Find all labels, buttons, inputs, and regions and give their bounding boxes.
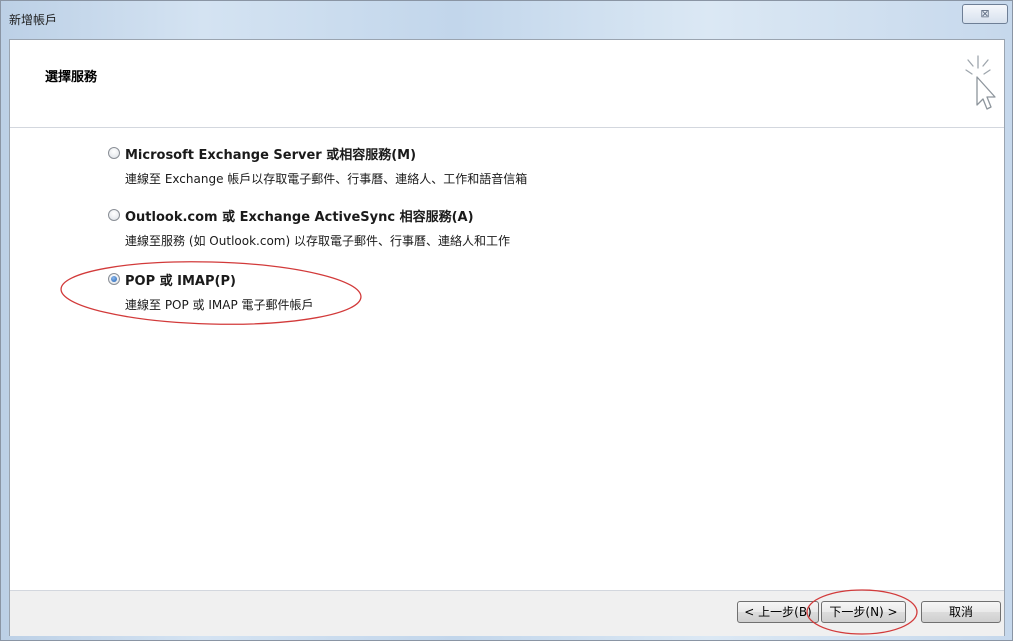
next-button[interactable]: 下一步(N) >	[821, 601, 906, 623]
radio-pop-imap[interactable]	[108, 273, 120, 285]
title-bar: 新增帳戶 ⊠	[1, 1, 1012, 39]
window-title: 新增帳戶	[9, 13, 58, 27]
page-title: 選擇服務	[45, 70, 98, 85]
option-exchange-description: 連線至 Exchange 帳戶以存取電子郵件、行事曆、連絡人、工作和語音信箱	[125, 172, 528, 186]
option-pop-imap-label[interactable]: POP 或 IMAP(P)	[125, 270, 236, 289]
radio-exchange[interactable]	[108, 147, 120, 159]
back-button[interactable]: < 上一步(B)	[737, 601, 819, 623]
cancel-button[interactable]: 取消	[921, 601, 1001, 623]
close-icon: ⊠	[980, 7, 990, 20]
close-button[interactable]: ⊠	[962, 4, 1008, 24]
wizard-cursor-icon	[965, 55, 996, 110]
wizard-body: 選擇服務 Microsoft Exchange Server 或相容服務(M) …	[9, 39, 1005, 636]
option-pop-imap-description: 連線至 POP 或 IMAP 電子郵件帳戶	[125, 298, 314, 312]
wizard-header: 選擇服務	[10, 40, 1004, 128]
dialog-window: 新增帳戶 ⊠ 選擇服務 Microsoft Exchange Server 或相…	[0, 0, 1013, 641]
wizard-footer: < 上一步(B) 下一步(N) > 取消	[10, 590, 1004, 636]
option-outlook-com-label[interactable]: Outlook.com 或 Exchange ActiveSync 相容服務(A…	[125, 206, 474, 225]
radio-outlook-com[interactable]	[108, 209, 120, 221]
option-exchange-label[interactable]: Microsoft Exchange Server 或相容服務(M)	[125, 144, 416, 163]
option-outlook-com-description: 連線至服務 (如 Outlook.com) 以存取電子郵件、行事曆、連絡人和工作	[125, 234, 510, 248]
